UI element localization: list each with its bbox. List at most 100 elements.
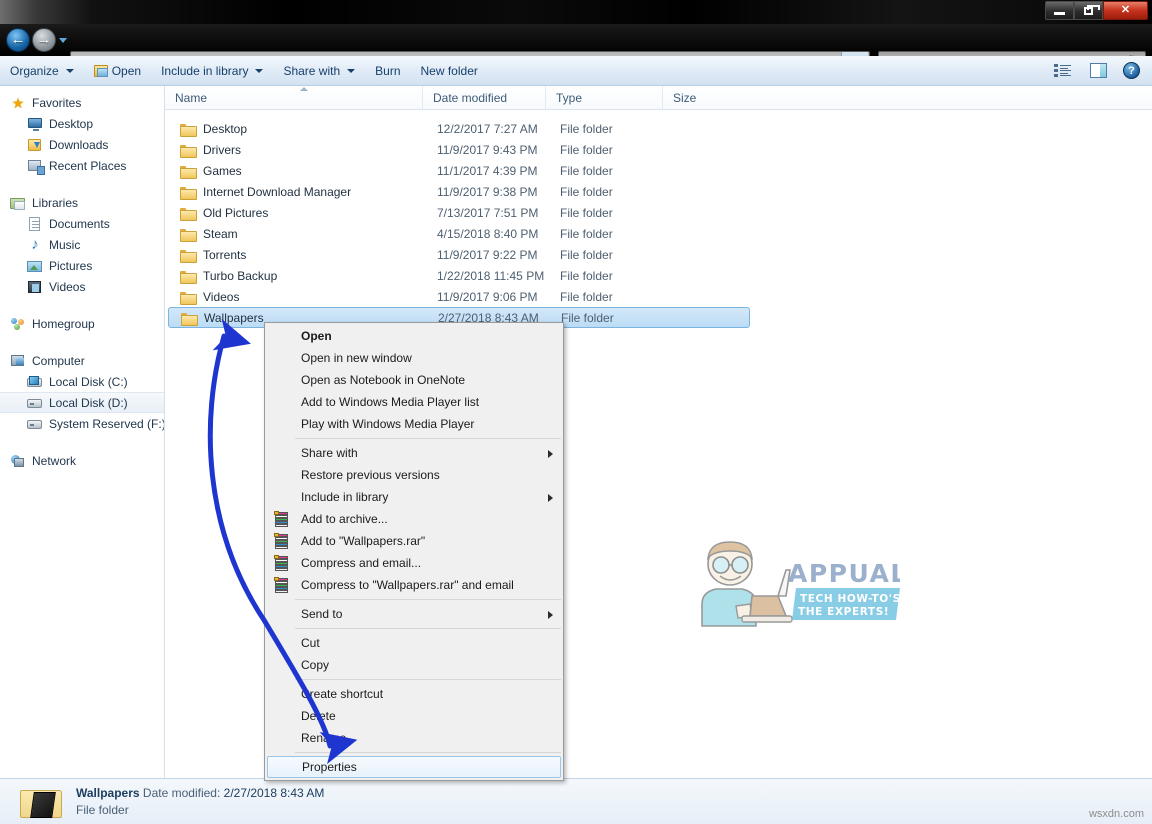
context-menu-item-send-to[interactable]: Send to (265, 603, 563, 625)
column-header-size[interactable]: Size (662, 86, 737, 109)
sidebar-label: Videos (49, 279, 86, 294)
minimize-button[interactable] (1045, 1, 1074, 20)
context-menu-item-add-to-wallpapers-rar[interactable]: Add to "Wallpapers.rar" (265, 530, 563, 552)
table-row[interactable]: Steam 4/15/2018 8:40 PM File folder (165, 223, 1152, 244)
table-row[interactable]: Old Pictures 7/13/2017 7:51 PM File fold… (165, 202, 1152, 223)
sidebar-item-videos[interactable]: Videos (0, 276, 164, 297)
videos-icon (27, 279, 43, 295)
status-item-type: File folder (76, 802, 129, 817)
sidebar-item-system-reserved-f[interactable]: System Reserved (F:) (0, 413, 164, 434)
table-row[interactable]: Desktop 12/2/2017 7:27 AM File folder (165, 118, 1152, 139)
sidebar-item-local-disk-d[interactable]: Local Disk (D:) (0, 392, 164, 413)
column-header-type[interactable]: Type (545, 86, 662, 109)
file-name-cell: Videos (180, 290, 239, 305)
burn-button[interactable]: Burn (365, 59, 410, 83)
preview-pane-icon[interactable] (1090, 63, 1107, 78)
menu-label: Delete (301, 709, 336, 723)
maximize-button[interactable] (1074, 1, 1103, 20)
file-date: 11/9/2017 9:06 PM (437, 289, 538, 304)
sidebar-item-desktop[interactable]: Desktop (0, 113, 164, 134)
address-bar-row: ← → ▸ Computer ▸ Local Disk (D:) ▸ ↻ Sea… (0, 24, 1152, 73)
file-type: File folder (560, 121, 613, 136)
sidebar-item-documents[interactable]: Documents (0, 213, 164, 234)
share-with-button[interactable]: Share with (273, 59, 365, 83)
sidebar-label: Music (49, 237, 81, 252)
sidebar-item-music[interactable]: ♪ Music (0, 234, 164, 255)
menu-separator (295, 679, 561, 680)
open-button[interactable]: Open (84, 59, 151, 83)
sidebar-label: Local Disk (D:) (49, 395, 128, 410)
change-view-icon[interactable] (1054, 63, 1072, 78)
context-menu-item-rename[interactable]: Rename (265, 727, 563, 749)
context-menu-item-delete[interactable]: Delete (265, 705, 563, 727)
menu-label: Restore previous versions (301, 468, 440, 482)
burn-label: Burn (375, 63, 401, 78)
table-row[interactable]: Turbo Backup 1/22/2018 11:45 PM File fol… (165, 265, 1152, 286)
open-label: Open (111, 63, 142, 78)
context-menu-item-include-in-library[interactable]: Include in library (265, 486, 563, 508)
context-menu-item-add-to-windows-media-player-list[interactable]: Add to Windows Media Player list (265, 391, 563, 413)
explorer-body: ★ Favorites Desktop Downloads Recent Pla… (0, 86, 1152, 778)
menu-separator (295, 438, 561, 439)
sidebar-item-favorites[interactable]: ★ Favorites (0, 92, 164, 113)
sidebar-item-computer[interactable]: Computer (0, 350, 164, 371)
sidebar-item-homegroup[interactable]: Homegroup (0, 313, 164, 334)
menu-separator (295, 752, 561, 753)
file-name: Games (203, 163, 242, 178)
context-menu-item-open-in-new-window[interactable]: Open in new window (265, 347, 563, 369)
file-name-cell: Wallpapers (181, 311, 264, 326)
table-row[interactable]: Torrents 11/9/2017 9:22 PM File folder (165, 244, 1152, 265)
context-menu-item-play-with-windows-media-player[interactable]: Play with Windows Media Player (265, 413, 563, 435)
desktop-icon (27, 116, 43, 132)
folder-icon (180, 206, 197, 221)
include-in-library-button[interactable]: Include in library (151, 59, 273, 83)
column-header-date-modified[interactable]: Date modified (422, 86, 545, 109)
column-headers: Name Date modified Type Size (165, 86, 1152, 110)
sidebar-label: Desktop (49, 116, 94, 131)
file-date: 4/15/2018 8:40 PM (437, 226, 539, 241)
table-row[interactable]: Videos 11/9/2017 9:06 PM File folder (165, 286, 1152, 307)
column-header-name[interactable]: Name (165, 86, 422, 109)
sidebar-label: Downloads (49, 137, 109, 152)
status-date-value: 2/27/2018 8:43 AM (223, 785, 325, 800)
recent-places-icon (27, 158, 45, 175)
context-menu-item-compress-and-email[interactable]: Compress and email... (265, 552, 563, 574)
table-row[interactable]: Games 11/1/2017 4:39 PM File folder (165, 160, 1152, 181)
sidebar-item-local-disk-c[interactable]: Local Disk (C:) (0, 371, 164, 392)
winrar-icon (274, 555, 290, 571)
computer-icon (10, 353, 26, 369)
context-menu-item-add-to-archive[interactable]: Add to archive... (265, 508, 563, 530)
sidebar-item-libraries[interactable]: Libraries (0, 192, 164, 213)
table-row[interactable]: Drivers 11/9/2017 9:43 PM File folder (165, 139, 1152, 160)
organize-button[interactable]: Organize (0, 59, 84, 83)
context-menu-item-restore-previous-versions[interactable]: Restore previous versions (265, 464, 563, 486)
file-name-cell: Old Pictures (180, 205, 269, 221)
sidebar-item-network[interactable]: Network (0, 450, 164, 471)
image-credit: wsxdn.com (1088, 808, 1144, 820)
table-row[interactable]: Internet Download Manager 11/9/2017 9:38… (165, 181, 1152, 202)
context-menu-item-open[interactable]: Open (265, 325, 563, 347)
sidebar-item-pictures[interactable]: Pictures (0, 255, 164, 276)
explorer-window: ✕ ← → ▸ Computer ▸ Local Disk (D:) ▸ ↻ S… (0, 0, 1152, 824)
file-name: Old Pictures (203, 205, 269, 220)
context-menu-item-compress-to-wallpapers-rar-and-email[interactable]: Compress to "Wallpapers.rar" and email (265, 574, 563, 596)
new-folder-button[interactable]: New folder (411, 59, 488, 83)
back-button[interactable]: ← (6, 28, 30, 52)
context-menu-item-properties[interactable]: Properties (267, 756, 561, 778)
context-menu-item-copy[interactable]: Copy (265, 654, 563, 676)
sidebar-item-downloads[interactable]: Downloads (0, 134, 164, 155)
menu-label: Cut (301, 636, 320, 650)
close-button[interactable]: ✕ (1103, 1, 1148, 20)
watermark-tagline-1: TECH HOW-TO'S FROM (800, 593, 900, 605)
context-menu-item-share-with[interactable]: Share with (265, 442, 563, 464)
forward-button[interactable]: → (32, 28, 56, 52)
music-icon: ♪ (31, 235, 39, 253)
recent-pages-dropdown-icon[interactable] (59, 38, 67, 43)
sidebar-item-recent-places[interactable]: Recent Places (0, 155, 164, 176)
context-menu-item-create-shortcut[interactable]: Create shortcut (265, 683, 563, 705)
help-icon[interactable]: ? (1123, 62, 1140, 79)
include-in-library-label: Include in library (161, 63, 249, 78)
column-label: Type (556, 90, 583, 105)
context-menu-item-cut[interactable]: Cut (265, 632, 563, 654)
context-menu-item-open-as-notebook-in-onenote[interactable]: Open as Notebook in OneNote (265, 369, 563, 391)
